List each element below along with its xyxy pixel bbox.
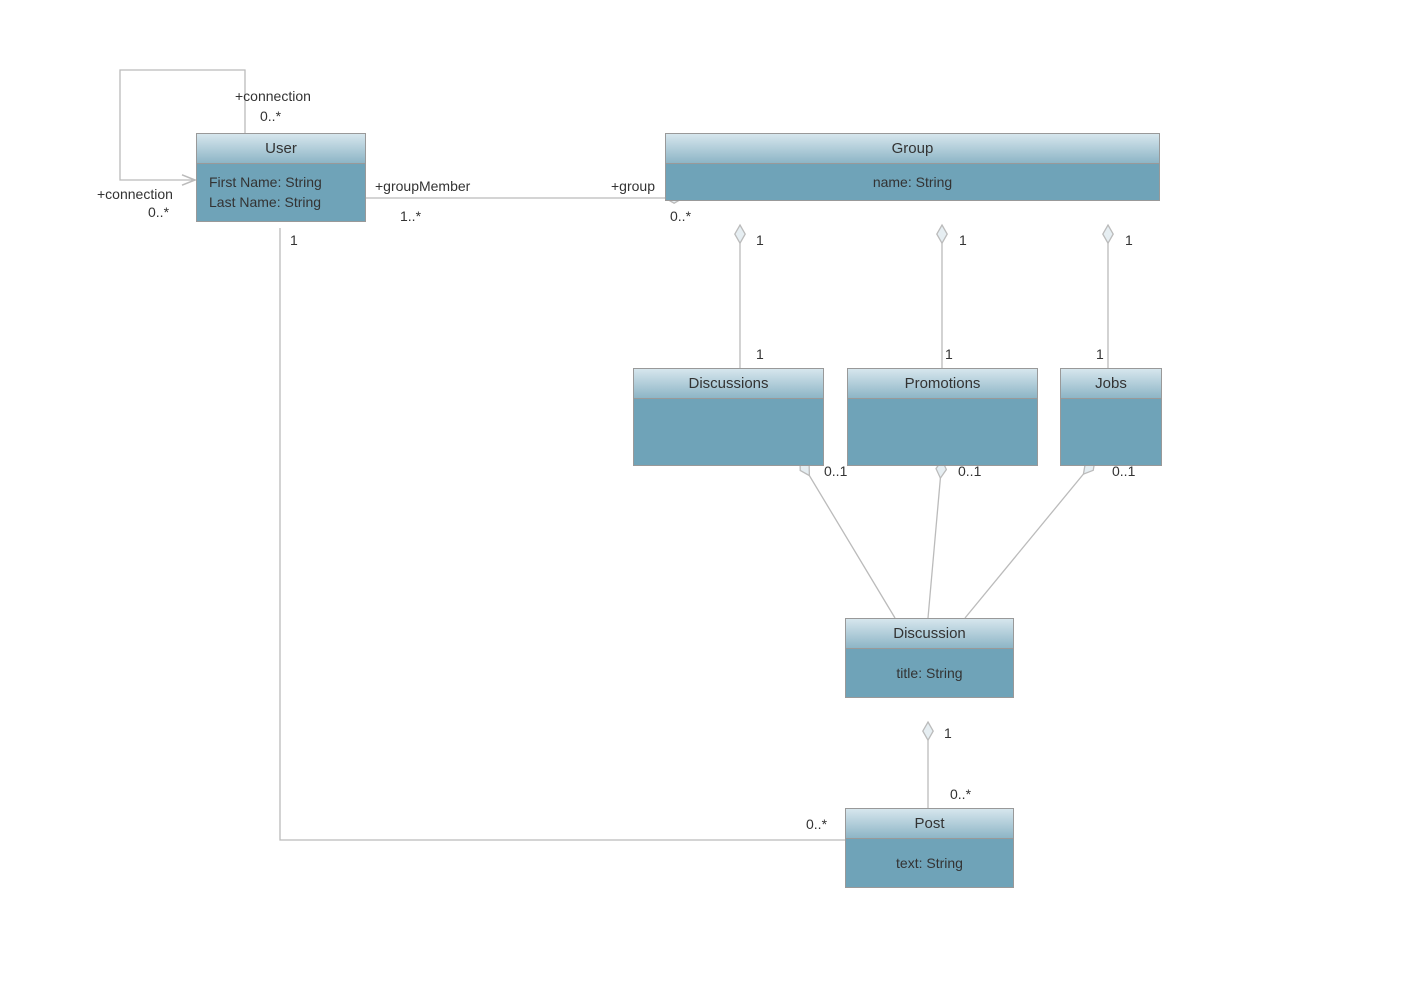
class-title: Group	[666, 134, 1159, 164]
multiplicity: 1	[290, 232, 298, 248]
multiplicity: 0..*	[950, 786, 971, 802]
class-body	[634, 399, 823, 465]
multiplicity: 0..*	[670, 208, 691, 224]
class-title: User	[197, 134, 365, 164]
attribute: Last Name: String	[209, 192, 353, 212]
attribute: text: String	[858, 853, 1001, 873]
class-body	[848, 399, 1037, 465]
multiplicity: 1	[756, 346, 764, 362]
class-jobs: Jobs	[1060, 368, 1162, 466]
class-discussions: Discussions	[633, 368, 824, 466]
class-user: User First Name: String Last Name: Strin…	[196, 133, 366, 222]
class-body: name: String	[666, 164, 1159, 200]
multiplicity: 0..*	[148, 204, 169, 220]
assoc-role: +connection	[235, 88, 311, 104]
class-group: Group name: String	[665, 133, 1160, 201]
multiplicity: 1	[959, 232, 967, 248]
multiplicity: 1	[945, 346, 953, 362]
attribute: title: String	[858, 663, 1001, 683]
multiplicity: 0..1	[824, 463, 847, 479]
class-title: Discussions	[634, 369, 823, 399]
assoc-role: +group	[611, 178, 655, 194]
class-title: Post	[846, 809, 1013, 839]
class-post: Post text: String	[845, 808, 1014, 888]
multiplicity: 1	[756, 232, 764, 248]
class-title: Jobs	[1061, 369, 1161, 399]
multiplicity: 1	[1096, 346, 1104, 362]
attribute: First Name: String	[209, 172, 353, 192]
multiplicity: 1	[944, 725, 952, 741]
multiplicity: 0..*	[806, 816, 827, 832]
uml-diagram: User First Name: String Last Name: Strin…	[0, 0, 1410, 994]
assoc-role: +connection	[97, 186, 173, 202]
class-body: title: String	[846, 649, 1013, 697]
assoc-role: +groupMember	[375, 178, 470, 194]
multiplicity: 0..*	[260, 108, 281, 124]
class-title: Discussion	[846, 619, 1013, 649]
class-discussion: Discussion title: String	[845, 618, 1014, 698]
multiplicity: 0..1	[1112, 463, 1135, 479]
class-promotions: Promotions	[847, 368, 1038, 466]
multiplicity: 1..*	[400, 208, 421, 224]
class-body	[1061, 399, 1161, 465]
class-title: Promotions	[848, 369, 1037, 399]
attribute: name: String	[678, 172, 1147, 192]
multiplicity: 0..1	[958, 463, 981, 479]
multiplicity: 1	[1125, 232, 1133, 248]
class-body: text: String	[846, 839, 1013, 887]
class-body: First Name: String Last Name: String	[197, 164, 365, 221]
